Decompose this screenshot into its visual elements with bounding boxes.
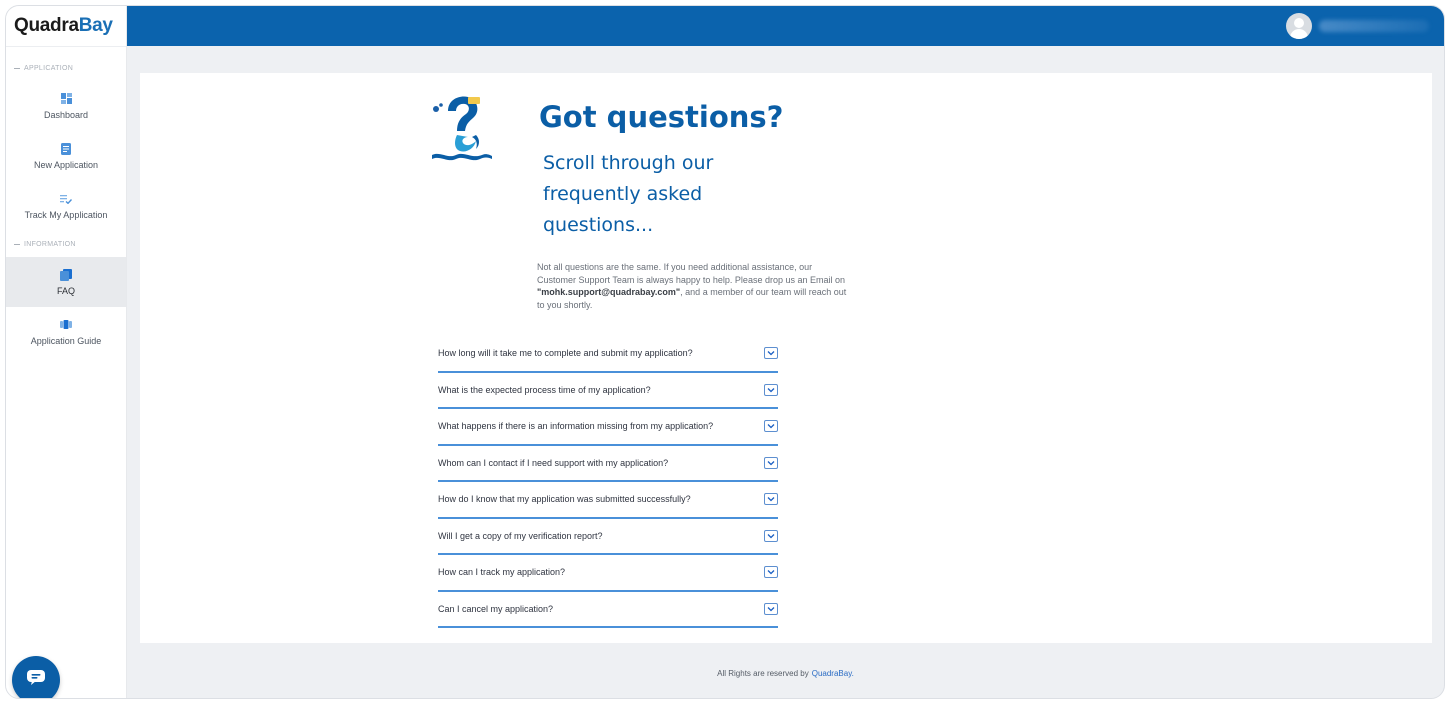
app-window: Quadra Bay APPLICATION Dashboard New Appl… [5, 5, 1445, 699]
user-avatar[interactable] [1286, 13, 1312, 39]
sidebar-item-faq[interactable]: FAQ [6, 257, 126, 307]
checklist-icon [60, 193, 72, 205]
chevron-down-icon[interactable] [764, 456, 778, 469]
document-icon [61, 142, 71, 155]
faq-item[interactable]: What happens if there is an information … [438, 409, 778, 446]
sidebar: Quadra Bay APPLICATION Dashboard New Appl… [6, 6, 127, 698]
faq-item[interactable]: How long will it take me to complete and… [438, 336, 778, 373]
section-label-application: APPLICATION [6, 61, 126, 75]
subtitle-line: questions... [543, 214, 654, 236]
footer-link[interactable]: QuadraBay. [812, 669, 854, 678]
question-mark-icon [430, 93, 494, 165]
faq-item[interactable]: Can I cancel my application? [438, 592, 778, 628]
sidebar-item-label: Track My Application [24, 209, 108, 220]
faq-question: Can I cancel my application? [438, 603, 554, 614]
faq-question: How do I know that my application was su… [438, 494, 691, 505]
chevron-down-icon[interactable] [764, 493, 778, 506]
top-header [127, 6, 1444, 46]
logo-prefix: Quadra [14, 15, 79, 36]
chevron-down-icon[interactable] [764, 602, 778, 615]
faq-question: How long will it take me to complete and… [438, 348, 693, 359]
sidebar-item-label: FAQ [56, 285, 75, 296]
support-email: "mohk.support@quadrabay.com" [537, 287, 681, 297]
faq-item[interactable]: What is the expected process time of my … [438, 373, 778, 409]
subtitle-line: Scroll through our [543, 152, 714, 174]
chevron-down-icon[interactable] [764, 529, 778, 542]
sidebar-item-dashboard[interactable]: Dashboard [6, 81, 126, 131]
dashboard-icon [60, 93, 72, 105]
sidebar-item-label: Dashboard [43, 109, 89, 120]
intro-text: Not all questions are the same. If you n… [537, 262, 847, 310]
divider [6, 46, 126, 47]
page-subtitle: Scroll through our frequently asked ques… [543, 148, 763, 241]
chevron-down-icon[interactable] [764, 420, 778, 433]
user-name-blurred[interactable] [1319, 20, 1429, 32]
chat-icon [27, 670, 45, 690]
sidebar-item-label: New Application [33, 159, 99, 170]
chevron-down-icon[interactable] [764, 566, 778, 579]
sidebar-item-new-application[interactable]: New Application [6, 131, 126, 181]
faq-item[interactable]: Whom can I contact if I need support wit… [438, 446, 778, 482]
faq-question: How can I track my application? [438, 567, 566, 578]
faq-list: How long will it take me to complete and… [438, 336, 778, 628]
faq-card: Got questions? Scroll through our freque… [140, 73, 1432, 643]
faq-item[interactable]: Will I get a copy of my verification rep… [438, 519, 778, 555]
chevron-down-icon[interactable] [764, 383, 778, 396]
logo-suffix: Bay [78, 15, 113, 36]
footer: All Rights are reserved by QuadraBay. [127, 658, 1444, 688]
sidebar-item-application-guide[interactable]: Application Guide [6, 307, 126, 357]
chat-button[interactable] [12, 656, 60, 698]
faq-question: What is the expected process time of my … [438, 384, 651, 395]
footer-text: All Rights are reserved by [717, 668, 809, 678]
section-label-information: INFORMATION [6, 237, 126, 251]
faq-question: Will I get a copy of my verification rep… [438, 530, 603, 541]
faq-question: Whom can I contact if I need support wit… [438, 457, 669, 468]
sidebar-item-label: Application Guide [30, 335, 102, 346]
copy-icon [60, 268, 72, 281]
chevron-down-icon[interactable] [764, 347, 778, 360]
faq-item[interactable]: How do I know that my application was su… [438, 482, 778, 519]
sidebar-item-track-my-application[interactable]: Track My Application [6, 181, 126, 231]
faq-question: What happens if there is an information … [438, 421, 714, 432]
logo[interactable]: Quadra Bay [6, 6, 126, 46]
subtitle-line: frequently asked [543, 183, 703, 205]
faq-item[interactable]: How can I track my application? [438, 555, 778, 592]
guide-icon [60, 319, 72, 331]
page-title: Got questions? [539, 100, 784, 134]
